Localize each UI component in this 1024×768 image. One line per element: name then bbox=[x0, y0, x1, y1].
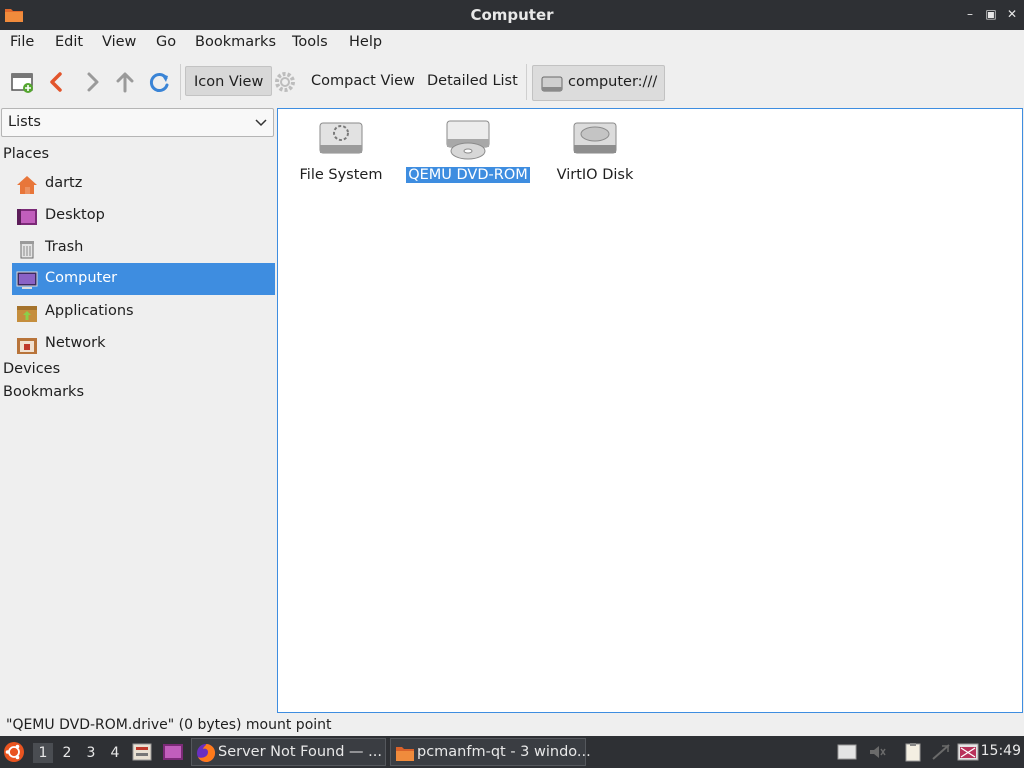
arrow-back-icon bbox=[50, 72, 62, 92]
desktop-launcher[interactable] bbox=[162, 742, 184, 766]
menu-bar: File Edit View Go Bookmarks Tools Help bbox=[0, 30, 1024, 56]
trash-icon bbox=[16, 238, 38, 260]
sidebar-item-label: dartz bbox=[45, 175, 83, 191]
new-tab-button[interactable] bbox=[8, 66, 38, 98]
location-path: computer:/// bbox=[568, 74, 658, 90]
menu-file[interactable]: File bbox=[10, 34, 34, 50]
workspace-2[interactable]: 2 bbox=[57, 743, 77, 763]
close-button[interactable]: ✕ bbox=[1004, 6, 1020, 22]
reload-button[interactable] bbox=[144, 66, 174, 98]
sidebar-item-label: Desktop bbox=[45, 207, 105, 223]
network-icon bbox=[16, 334, 38, 356]
file-item-label: File System bbox=[299, 167, 383, 183]
sidebar-item-dartz[interactable]: dartz bbox=[12, 168, 275, 200]
file-view[interactable]: File System QEMU DVD-ROM VirtIO Disk bbox=[277, 108, 1023, 713]
arrow-up-icon bbox=[116, 72, 134, 93]
arrow-forward-icon bbox=[87, 72, 99, 92]
start-menu-button[interactable] bbox=[3, 741, 25, 767]
minimize-button[interactable]: – bbox=[962, 6, 978, 22]
back-button[interactable] bbox=[42, 66, 72, 98]
taskbar: 1 2 3 4 Server Not Found — ... pcmanfm-q… bbox=[0, 736, 1024, 768]
location-bar[interactable]: computer:/// bbox=[532, 65, 665, 101]
title-bar: Computer – ▣ ✕ bbox=[0, 0, 1024, 30]
sidebar-item-label: Network bbox=[45, 335, 106, 351]
menu-view[interactable]: View bbox=[102, 34, 136, 50]
side-pane-mode-select[interactable]: Lists bbox=[1, 108, 274, 137]
workspace-1[interactable]: 1 bbox=[33, 743, 53, 763]
keyboard-icon[interactable] bbox=[836, 742, 858, 762]
menu-help[interactable]: Help bbox=[349, 34, 382, 50]
file-item-qemu-dvd-rom[interactable]: QEMU DVD-ROM bbox=[403, 117, 533, 183]
menu-tools[interactable]: Tools bbox=[292, 34, 328, 50]
ubuntu-logo-icon bbox=[4, 742, 24, 762]
hard-disk-icon bbox=[571, 117, 619, 161]
new-tab-icon bbox=[11, 73, 33, 93]
network-status-icon[interactable] bbox=[930, 742, 952, 762]
icon-view-button[interactable]: Icon View bbox=[185, 66, 273, 96]
window-title: Computer bbox=[470, 6, 554, 24]
side-pane-mode-value: Lists bbox=[8, 114, 41, 130]
task-label: Server Not Found — ... bbox=[218, 744, 382, 760]
task-pcmanfm[interactable]: pcmanfm-qt - 3 windo... bbox=[390, 738, 591, 766]
file-item-label: VirtIO Disk bbox=[556, 167, 634, 183]
sidebar-item-label: Applications bbox=[45, 303, 134, 319]
file-manager-launcher[interactable] bbox=[131, 742, 153, 766]
applications-icon bbox=[16, 302, 38, 324]
show-desktop-icon bbox=[163, 744, 183, 760]
desktop-icon bbox=[16, 206, 38, 228]
sidebar-item-label: Trash bbox=[45, 239, 84, 255]
toolbar: Icon View Compact View Detailed List com… bbox=[0, 58, 1024, 106]
status-text: "QEMU DVD-ROM.drive" (0 bytes) mount poi… bbox=[6, 717, 332, 733]
group-bookmarks[interactable]: Bookmarks bbox=[3, 384, 84, 400]
sidebar-item-applications[interactable]: Applications bbox=[12, 296, 275, 328]
sidebar-item-label: Computer bbox=[45, 270, 118, 286]
task-label: pcmanfm-qt - 3 windo... bbox=[417, 744, 591, 760]
menu-bookmarks[interactable]: Bookmarks bbox=[195, 34, 276, 50]
computer-icon bbox=[16, 269, 38, 291]
sidebar-item-trash[interactable]: Trash bbox=[12, 232, 275, 264]
file-item-virtio-disk[interactable]: VirtIO Disk bbox=[530, 117, 660, 183]
task-firefox[interactable]: Server Not Found — ... bbox=[191, 738, 386, 766]
screenshot-icon[interactable] bbox=[957, 742, 979, 762]
maximize-button[interactable]: ▣ bbox=[983, 6, 999, 22]
toolbar-separator bbox=[180, 64, 181, 100]
drive-icon bbox=[540, 73, 564, 99]
optical-drive-icon bbox=[444, 117, 492, 161]
clock: 15:49 bbox=[980, 743, 1021, 759]
firefox-icon bbox=[196, 743, 216, 763]
folder-icon bbox=[395, 743, 415, 763]
file-item-label: QEMU DVD-ROM bbox=[406, 167, 530, 183]
gear-icon bbox=[275, 72, 295, 92]
file-cabinet-icon bbox=[132, 743, 152, 761]
sidebar-item-desktop[interactable]: Desktop bbox=[12, 200, 275, 232]
chevron-down-icon bbox=[255, 116, 267, 132]
clipboard-icon[interactable] bbox=[902, 742, 924, 762]
refresh-icon bbox=[149, 73, 169, 92]
toolbar-separator bbox=[526, 64, 527, 100]
status-bar: "QEMU DVD-ROM.drive" (0 bytes) mount poi… bbox=[0, 714, 1024, 736]
workspace-3[interactable]: 3 bbox=[81, 743, 101, 763]
compact-view-button[interactable]: Compact View bbox=[303, 66, 423, 96]
detailed-list-button[interactable]: Detailed List bbox=[419, 66, 526, 96]
sidebar-item-network[interactable]: Network bbox=[12, 328, 275, 360]
menu-go[interactable]: Go bbox=[156, 34, 176, 50]
view-settings-button[interactable] bbox=[270, 67, 300, 99]
menu-edit[interactable]: Edit bbox=[55, 34, 83, 50]
file-item-file-system[interactable]: File System bbox=[276, 117, 406, 183]
volume-icon[interactable] bbox=[866, 742, 888, 762]
home-folder-icon bbox=[16, 174, 38, 196]
forward-button[interactable] bbox=[77, 66, 107, 98]
up-button[interactable] bbox=[110, 66, 140, 98]
group-places[interactable]: Places bbox=[3, 146, 49, 162]
group-devices[interactable]: Devices bbox=[3, 361, 60, 377]
sidebar-item-computer[interactable]: Computer bbox=[12, 263, 275, 295]
workspace-4[interactable]: 4 bbox=[105, 743, 125, 763]
filesystem-drive-icon bbox=[317, 117, 365, 161]
